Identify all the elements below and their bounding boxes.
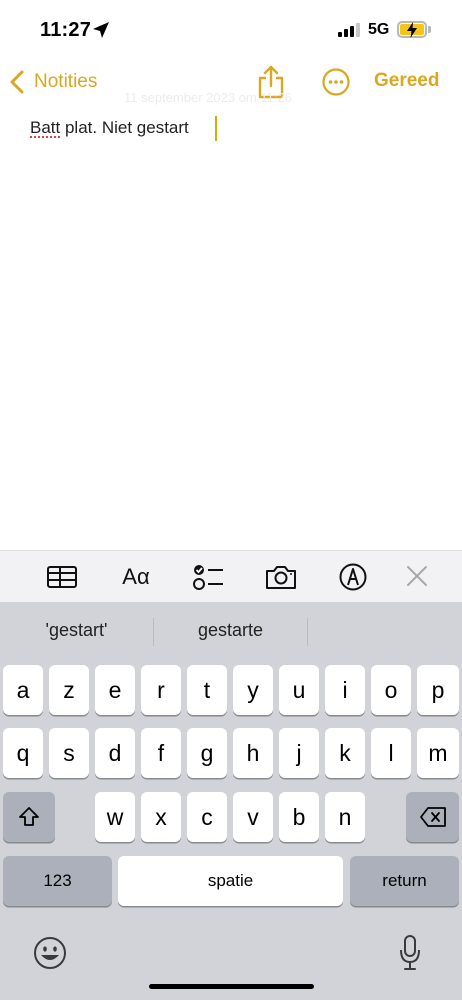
charging-bolt-icon <box>407 22 417 38</box>
key-p[interactable]: p <box>417 665 459 715</box>
key-q[interactable]: q <box>3 728 43 778</box>
key-m[interactable]: m <box>417 728 459 778</box>
text-cursor <box>215 116 217 141</box>
emoji-icon[interactable] <box>33 936 67 970</box>
close-icon[interactable] <box>404 561 430 593</box>
key-r[interactable]: r <box>141 665 181 715</box>
key-c[interactable]: c <box>187 792 227 842</box>
key-h[interactable]: h <box>233 728 273 778</box>
key-f[interactable]: f <box>141 728 181 778</box>
suggestion-2[interactable]: gestarte <box>154 620 307 641</box>
note-text-rest: plat. Niet gestart <box>60 118 189 137</box>
key-i[interactable]: i <box>325 665 365 715</box>
text-format-button[interactable]: Aα <box>118 561 154 593</box>
status-bar: 11:27 5G <box>0 0 462 60</box>
delete-icon <box>419 807 446 827</box>
checklist-icon[interactable] <box>192 561 226 593</box>
key-a[interactable]: a <box>3 665 43 715</box>
table-icon[interactable] <box>46 561 78 593</box>
key-k[interactable]: k <box>325 728 365 778</box>
keyboard: 'gestart' gestarte a z e r t y u i o p q… <box>0 602 462 1000</box>
location-arrow-icon <box>93 22 109 38</box>
key-t[interactable]: t <box>187 665 227 715</box>
back-label: Notities <box>34 71 98 92</box>
key-b[interactable]: b <box>279 792 319 842</box>
camera-icon[interactable] <box>264 561 298 593</box>
network-type: 5G <box>368 21 390 38</box>
shift-icon <box>19 807 39 826</box>
delete-key[interactable] <box>406 792 459 842</box>
space-key[interactable]: spatie <box>118 856 343 906</box>
numbers-key[interactable]: 123 <box>3 856 112 906</box>
key-s[interactable]: s <box>49 728 89 778</box>
misspelled-word[interactable]: Batt <box>30 118 60 137</box>
suggestion-divider <box>307 618 308 646</box>
key-w[interactable]: w <box>95 792 135 842</box>
key-n[interactable]: n <box>325 792 365 842</box>
key-o[interactable]: o <box>371 665 411 715</box>
key-l[interactable]: l <box>371 728 411 778</box>
key-u[interactable]: u <box>279 665 319 715</box>
microphone-icon[interactable] <box>398 934 422 972</box>
battery-tip <box>428 26 431 33</box>
back-button[interactable]: Notities <box>8 64 97 100</box>
more-options-icon[interactable] <box>322 68 350 96</box>
key-e[interactable]: e <box>95 665 135 715</box>
home-indicator[interactable] <box>149 984 314 989</box>
shift-key[interactable] <box>3 792 55 842</box>
cellular-signal-icon <box>338 23 360 37</box>
formatting-toolbar: Aα <box>0 550 462 602</box>
status-time: 11:27 <box>40 19 92 41</box>
chevron-left-icon <box>10 70 24 94</box>
key-j[interactable]: j <box>279 728 319 778</box>
return-key[interactable]: return <box>350 856 459 906</box>
key-x[interactable]: x <box>141 792 181 842</box>
note-date-hidden: 11 september 2023 om 11:26 <box>124 90 292 105</box>
key-y[interactable]: y <box>233 665 273 715</box>
key-d[interactable]: d <box>95 728 135 778</box>
suggestion-1[interactable]: 'gestart' <box>0 620 153 641</box>
key-v[interactable]: v <box>233 792 273 842</box>
key-z[interactable]: z <box>49 665 89 715</box>
battery-icon <box>397 21 427 38</box>
done-button[interactable]: Gereed <box>374 70 439 92</box>
suggestion-bar: 'gestart' gestarte <box>0 602 462 662</box>
note-text[interactable]: Batt plat. Niet gestart <box>30 118 189 138</box>
key-g[interactable]: g <box>187 728 227 778</box>
markup-pen-icon[interactable] <box>338 561 368 593</box>
